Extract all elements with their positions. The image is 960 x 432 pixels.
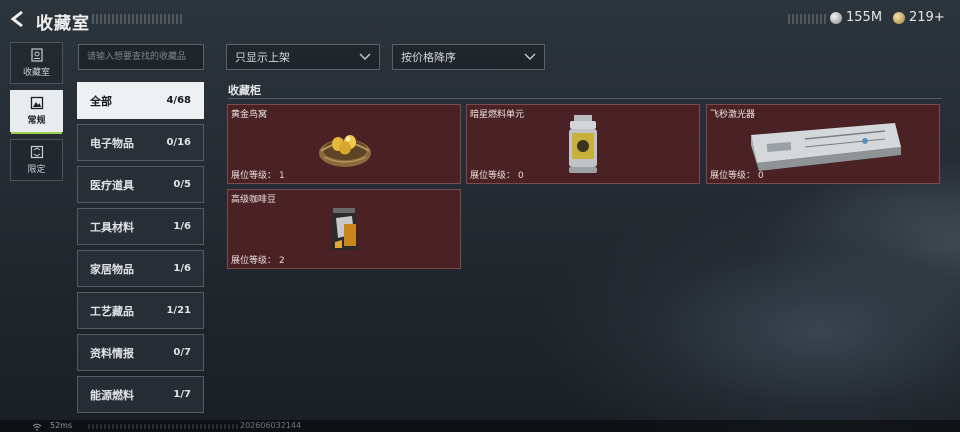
- category-count: 0/5: [173, 179, 191, 190]
- category-count: 1/21: [166, 305, 191, 316]
- sort-dropdown[interactable]: 按价格降序: [392, 44, 545, 70]
- item-card-golden-nest[interactable]: 黄金鸟窝 展位等级： 1: [227, 104, 461, 184]
- category-intel[interactable]: 资料情报 0/7: [77, 334, 204, 371]
- page-title: 收藏室: [36, 14, 90, 34]
- display-level-value: 2: [279, 256, 285, 266]
- display-level: 展位等级： 0: [710, 168, 764, 181]
- rail-item-label: 收藏室: [22, 68, 50, 78]
- item-card-dark-star-fuel-cell[interactable]: 暗星燃料单元 展位等级： 0: [466, 104, 700, 184]
- category-tools[interactable]: 工具材料 1/6: [77, 208, 204, 245]
- silver-coin-icon: [830, 11, 842, 24]
- category-count: 4/68: [166, 95, 191, 106]
- item-card-premium-coffee-beans[interactable]: 高级咖啡豆 展位等级： 2: [227, 189, 461, 269]
- category-all[interactable]: 全部 4/68: [77, 82, 204, 119]
- item-name: 黄金鸟窝: [231, 110, 268, 120]
- rail-item-collection-room[interactable]: 收藏室: [10, 42, 63, 84]
- rail-item-label: 常规: [27, 116, 46, 126]
- display-level-value: 0: [758, 171, 764, 181]
- display-level-value: 0: [518, 171, 524, 181]
- build-id: 202606032144: [240, 421, 302, 430]
- display-level: 展位等级： 1: [231, 168, 285, 181]
- category-electronics[interactable]: 电子物品 0/16: [77, 124, 204, 161]
- laser-device-icon: [751, 123, 901, 171]
- silver-currency: 155M: [830, 10, 882, 25]
- section-divider: [228, 98, 942, 99]
- display-level-label: 展位等级：: [710, 171, 756, 181]
- category-name: 工艺藏品: [90, 304, 134, 318]
- back-arrow-icon[interactable]: [8, 9, 28, 29]
- display-level-label: 展位等级：: [231, 171, 277, 181]
- currency-decoration: [788, 14, 826, 24]
- collection-room-icon: [30, 48, 43, 62]
- coffee-bag-icon: [331, 208, 357, 250]
- title-decoration: [92, 14, 182, 24]
- item-card-femtosecond-laser[interactable]: 飞秒激光器 展位等级： 0: [706, 104, 940, 184]
- category-count: 1/6: [173, 221, 191, 232]
- category-name: 能源燃料: [90, 388, 134, 402]
- category-fuel[interactable]: 能源燃料 1/7: [77, 376, 204, 413]
- fuel-cell-icon: [569, 115, 597, 173]
- display-level: 展位等级： 0: [470, 168, 524, 181]
- display-level-label: 展位等级：: [231, 256, 277, 266]
- gold-currency[interactable]: 219+: [893, 10, 945, 25]
- category-count: 1/7: [173, 389, 191, 400]
- category-name: 资料情报: [90, 346, 134, 360]
- category-name: 电子物品: [90, 136, 134, 150]
- search-input[interactable]: [78, 44, 204, 70]
- wifi-icon: [32, 423, 42, 431]
- cabinet-section-title: 收藏柜: [228, 84, 261, 97]
- gold-amount: 219+: [909, 10, 945, 25]
- rail-item-limited[interactable]: 限定: [10, 139, 63, 181]
- rail-item-regular[interactable]: 常规: [10, 90, 63, 134]
- item-name: 暗星燃料单元: [470, 110, 525, 120]
- category-count: 1/6: [173, 263, 191, 274]
- network-latency: 52ms: [50, 421, 73, 430]
- footer-decoration: [88, 424, 238, 429]
- display-filter-dropdown[interactable]: 只显示上架: [226, 44, 380, 70]
- regular-icon: [30, 96, 43, 110]
- category-count: 0/7: [173, 347, 191, 358]
- category-household[interactable]: 家居物品 1/6: [77, 250, 204, 287]
- display-level-label: 展位等级：: [470, 171, 516, 181]
- display-filter-label: 只显示上架: [235, 51, 290, 64]
- category-name: 家居物品: [90, 262, 134, 276]
- chevron-down-icon: [524, 53, 536, 60]
- category-count: 0/16: [166, 137, 191, 148]
- golden-nest-icon: [319, 135, 371, 167]
- category-name: 医疗道具: [90, 178, 134, 192]
- category-medical[interactable]: 医疗道具 0/5: [77, 166, 204, 203]
- category-name: 工具材料: [90, 220, 134, 234]
- category-crafts[interactable]: 工艺藏品 1/21: [77, 292, 204, 329]
- category-name: 全部: [90, 94, 112, 108]
- item-name: 高级咖啡豆: [231, 195, 277, 205]
- limited-icon: [30, 145, 43, 159]
- chevron-down-icon: [359, 53, 371, 60]
- silver-amount: 155M: [846, 10, 883, 25]
- display-level-value: 1: [279, 171, 285, 181]
- display-level: 展位等级： 2: [231, 253, 285, 266]
- sort-label: 按价格降序: [401, 51, 456, 64]
- rail-item-label: 限定: [27, 165, 46, 175]
- gold-coin-icon: [893, 11, 905, 24]
